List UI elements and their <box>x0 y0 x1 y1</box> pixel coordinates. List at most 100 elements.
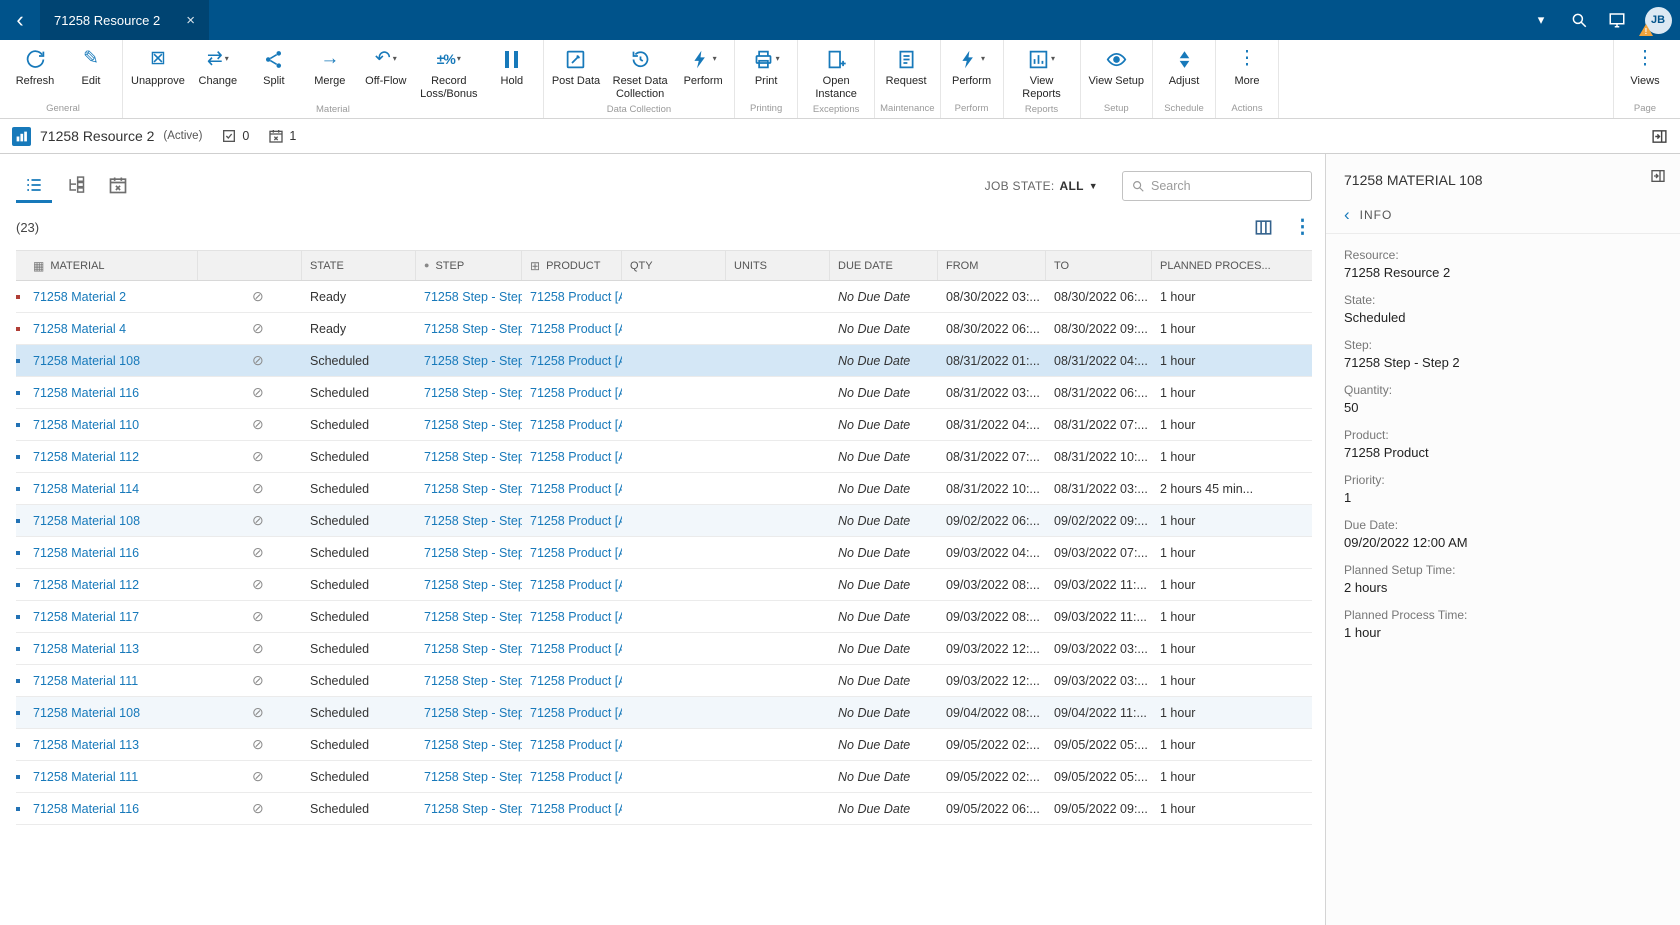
product-link[interactable]: 71258 Product [A <box>530 738 622 752</box>
change-button[interactable]: ⇄ ▾ Change <box>190 40 246 102</box>
post-data-button[interactable]: Post Data <box>547 40 605 102</box>
step-link[interactable]: 71258 Step - Step <box>424 578 522 592</box>
material-link[interactable]: 71258 Material 108 <box>33 706 140 720</box>
step-link[interactable]: 71258 Step - Step <box>424 322 522 336</box>
column-header-qty[interactable]: QTY <box>622 251 726 280</box>
pin-icon[interactable]: ⊘ <box>252 704 264 720</box>
table-row[interactable]: 71258 Material 116 ⊘ Scheduled 71258 Step -… <box>16 537 1312 569</box>
request-button[interactable]: Request <box>878 40 934 101</box>
edit-button[interactable]: ✎ Edit <box>63 40 119 101</box>
product-link[interactable]: 71258 Product [A <box>530 610 622 624</box>
pin-icon[interactable]: ⊘ <box>252 288 264 304</box>
flow-view-tab[interactable] <box>58 169 94 203</box>
page-tab[interactable]: 71258 Resource 2 × <box>40 0 210 40</box>
material-link[interactable]: 71258 Material 112 <box>33 450 139 464</box>
unapprove-button[interactable]: ⊠ Unapprove <box>126 40 190 102</box>
column-header-from[interactable]: FROM <box>938 251 1046 280</box>
product-link[interactable]: 71258 Product [A <box>530 386 622 400</box>
column-chooser-icon[interactable] <box>1254 218 1273 237</box>
column-header-material[interactable]: ▦ MATERIAL <box>16 251 198 280</box>
pin-icon[interactable]: ⊘ <box>252 512 264 528</box>
table-row[interactable]: 71258 Material 116 ⊘ Scheduled 71258 Step -… <box>16 377 1312 409</box>
pin-icon[interactable]: ⊘ <box>252 800 264 816</box>
step-link[interactable]: 71258 Step - Step <box>424 514 522 528</box>
column-header-step[interactable]: ● STEP <box>416 251 522 280</box>
step-link[interactable]: 71258 Step - Step <box>424 770 522 784</box>
refresh-button[interactable]: Refresh <box>7 40 63 101</box>
material-link[interactable]: 71258 Material 4 <box>33 322 126 336</box>
material-link[interactable]: 71258 Material 113 <box>33 738 139 752</box>
column-header-state[interactable]: STATE <box>302 251 416 280</box>
views-button[interactable]: ⋮ Views <box>1617 40 1673 101</box>
step-link[interactable]: 71258 Step - Step <box>424 450 522 464</box>
material-link[interactable]: 71258 Material 111 <box>33 674 138 688</box>
column-header-planned[interactable]: PLANNED PROCES... <box>1152 251 1312 280</box>
pin-icon[interactable]: ⊘ <box>252 672 264 688</box>
pin-icon[interactable]: ⊘ <box>252 416 264 432</box>
column-header-due[interactable]: DUE DATE <box>830 251 938 280</box>
product-link[interactable]: 71258 Product [A <box>530 706 622 720</box>
material-link[interactable]: 71258 Material 117 <box>33 610 139 624</box>
pin-icon[interactable]: ⊘ <box>252 384 264 400</box>
material-link[interactable]: 71258 Material 116 <box>33 802 139 816</box>
product-link[interactable]: 71258 Product [A <box>530 450 622 464</box>
product-link[interactable]: 71258 Product [A <box>530 354 622 368</box>
product-link[interactable]: 71258 Product [A <box>530 418 622 432</box>
step-link[interactable]: 71258 Step - Step <box>424 674 522 688</box>
column-header-pin[interactable] <box>198 251 302 280</box>
reset-data-collection-button[interactable]: Reset Data Collection <box>605 40 675 102</box>
step-link[interactable]: 71258 Step - Step <box>424 290 522 304</box>
step-link[interactable]: 71258 Step - Step <box>424 738 522 752</box>
pin-icon[interactable]: ⊘ <box>252 768 264 784</box>
step-link[interactable]: 71258 Step - Step <box>424 802 522 816</box>
view-reports-button[interactable]: ▾ View Reports <box>1007 40 1077 102</box>
adjust-button[interactable]: Adjust <box>1156 40 1212 101</box>
material-link[interactable]: 71258 Material 111 <box>33 770 138 784</box>
column-header-product[interactable]: ⊞ PRODUCT <box>522 251 622 280</box>
column-header-to[interactable]: TO <box>1046 251 1152 280</box>
pin-icon[interactable]: ⊘ <box>252 448 264 464</box>
more-options-icon[interactable]: ⋮ <box>1293 218 1312 237</box>
monitor-icon[interactable] <box>1598 0 1636 40</box>
pin-icon[interactable]: ⊘ <box>252 736 264 752</box>
calendar-view-tab[interactable] <box>100 169 136 203</box>
close-tab-icon[interactable]: × <box>186 12 195 29</box>
material-link[interactable]: 71258 Material 112 <box>33 578 139 592</box>
product-link[interactable]: 71258 Product [A <box>530 322 622 336</box>
pin-icon[interactable]: ⊘ <box>252 576 264 592</box>
material-link[interactable]: 71258 Material 2 <box>33 290 126 304</box>
pin-icon[interactable]: ⊘ <box>252 544 264 560</box>
product-link[interactable]: 71258 Product [A <box>530 578 622 592</box>
table-row[interactable]: 71258 Material 108 ⊘ Scheduled 71258 Step -… <box>16 505 1312 537</box>
material-link[interactable]: 71258 Material 108 <box>33 354 140 368</box>
table-row[interactable]: 71258 Material 111 ⊘ Scheduled 71258 Step -… <box>16 665 1312 697</box>
hold-button[interactable]: Hold <box>484 40 540 102</box>
expand-panel-icon[interactable] <box>1650 168 1666 184</box>
step-link[interactable]: 71258 Step - Step <box>424 386 522 400</box>
step-link[interactable]: 71258 Step - Step <box>424 642 522 656</box>
table-row[interactable]: 71258 Material 110 ⊘ Scheduled 71258 Step -… <box>16 409 1312 441</box>
material-link[interactable]: 71258 Material 116 <box>33 546 139 560</box>
table-row[interactable]: 71258 Material 108 ⊘ Scheduled 71258 Step -… <box>16 345 1312 377</box>
table-row[interactable]: 71258 Material 108 ⊘ Scheduled 71258 Step -… <box>16 697 1312 729</box>
product-link[interactable]: 71258 Product [A <box>530 482 622 496</box>
product-link[interactable]: 71258 Product [A <box>530 642 622 656</box>
record-loss-bonus-button[interactable]: ±% ▾ Record Loss/Bonus <box>414 40 484 102</box>
table-row[interactable]: 71258 Material 111 ⊘ Scheduled 71258 Step -… <box>16 761 1312 793</box>
more-button[interactable]: ⋮ More <box>1219 40 1275 101</box>
back-icon[interactable]: ‹ <box>0 0 40 40</box>
view-setup-button[interactable]: View Setup <box>1084 40 1149 101</box>
search-icon[interactable] <box>1560 0 1598 40</box>
material-link[interactable]: 71258 Material 108 <box>33 514 140 528</box>
material-link[interactable]: 71258 Material 113 <box>33 642 139 656</box>
product-link[interactable]: 71258 Product [A <box>530 290 622 304</box>
product-link[interactable]: 71258 Product [A <box>530 802 622 816</box>
perform-button[interactable]: ▾ Perform <box>944 40 1000 101</box>
pin-icon[interactable]: ⊘ <box>252 320 264 336</box>
table-row[interactable]: 71258 Material 2 ⊘ Ready 71258 Step - Step 7… <box>16 281 1312 313</box>
product-link[interactable]: 71258 Product [A <box>530 770 622 784</box>
product-link[interactable]: 71258 Product [A <box>530 514 622 528</box>
step-link[interactable]: 71258 Step - Step <box>424 482 522 496</box>
tab-list-dropdown-icon[interactable]: ▾ <box>1522 0 1560 40</box>
material-link[interactable]: 71258 Material 110 <box>33 418 139 432</box>
